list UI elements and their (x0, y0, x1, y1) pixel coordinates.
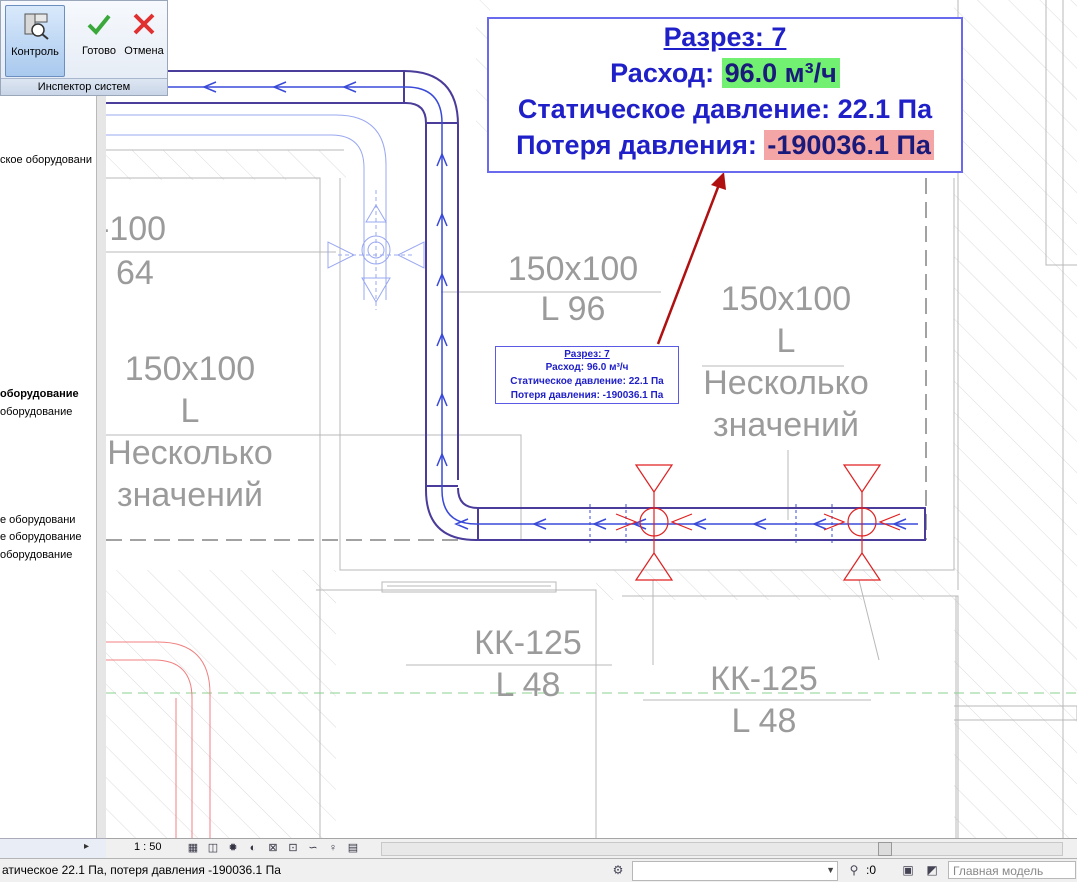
hscroll-thumb[interactable] (878, 842, 892, 856)
tooltip-static-pressure: Статическое давление: 22.1 Па (517, 94, 933, 124)
duct-tag-label: L 96 (540, 290, 606, 328)
system-inspector-panel: Контроль Готово Отмена Инспектор систем (0, 0, 168, 96)
duct-tag-label: 150x100 (507, 250, 639, 288)
browser-item[interactable]: е оборудовани (0, 514, 75, 526)
show-crop-icon[interactable]: ⊡ (286, 841, 300, 855)
control-button[interactable]: Контроль (5, 5, 65, 77)
duct-tag-label: -100 (106, 210, 167, 248)
tooltip-small-loss: Потеря давления: -190036.1 Па (510, 390, 664, 401)
view-scale[interactable]: 1 : 50 (134, 841, 162, 853)
editing-requests-icon[interactable]: ▣ (900, 862, 916, 878)
browser-item[interactable]: е оборудование (0, 531, 82, 543)
duct-tag-label: 64 (116, 254, 154, 292)
worksets-icon[interactable]: ⚙ (610, 862, 626, 878)
duct-tag-label: L (180, 392, 200, 430)
tooltip-large: Разрез: 7 Расход: 96.0 м³/ч Статическое … (487, 17, 963, 173)
browser-item[interactable]: оборудование (0, 549, 72, 561)
tooltip-small-static: Статическое давление: 22.1 Па (510, 376, 664, 387)
sun-path-icon[interactable]: ✹ (226, 841, 240, 855)
duct-tag-label: Несколько (107, 434, 273, 472)
filter-icon[interactable]: ⚲ (846, 862, 862, 878)
tooltip-loss-value: -190036.1 Па (764, 130, 934, 160)
design-options-icon[interactable]: ◩ (924, 862, 940, 878)
tooltip-small-flow: Расход: 96.0 м³/ч (545, 362, 629, 373)
panel-title: Инспектор систем (1, 78, 167, 95)
tooltip-flow-label: Расход: (610, 58, 715, 88)
tooltip-loss-row: Потеря давления: -190036.1 Па (489, 130, 961, 161)
duct-tag-label: 150x100 (124, 350, 256, 388)
tooltip-small: Разрез: 7 Расход: 96.0 м³/ч Статическое … (495, 346, 679, 404)
browser-item[interactable]: оборудование (0, 406, 72, 418)
control-button-label: Контроль (11, 46, 59, 58)
project-browser: ское оборудовани оборудование оборудован… (0, 0, 96, 858)
done-button-label: Готово (82, 45, 116, 57)
damper-tag-label: L 48 (495, 666, 561, 704)
check-icon (87, 14, 111, 35)
view-control-bar: 1 : 50 ▦ ◫ ✹ ◐ ⊠ ⊡ ∽ ♀ ▤ (106, 838, 1077, 859)
tooltip-small-title: Разрез: 7 (564, 349, 610, 360)
duct-tag-label: значений (713, 406, 859, 444)
detail-level-icon[interactable]: ▦ (186, 841, 200, 855)
duct-tag-label: 150x100 (720, 280, 852, 318)
cancel-button[interactable]: Отмена (121, 5, 167, 77)
wall-hatch (106, 570, 336, 838)
duct-tag-label: значений (117, 476, 263, 514)
damper-tag-label: КК-125 (710, 660, 818, 698)
status-message: атическое 22.1 Па, потеря давления -1900… (2, 863, 281, 877)
browser-hscroll[interactable]: ▸ (0, 838, 106, 859)
browser-item[interactable]: ское оборудовани (0, 154, 92, 166)
wall-hatch (954, 590, 1077, 838)
canvas-hscrollbar[interactable] (381, 842, 1063, 856)
cross-icon (133, 13, 155, 35)
duct-tag-label: L (776, 322, 796, 360)
duct-tag-label: Несколько (703, 364, 869, 402)
reveal-hidden-icon[interactable]: ♀ (326, 841, 340, 855)
wall-hatch (106, 150, 346, 180)
tooltip-loss-label: Потеря давления: (516, 130, 757, 160)
design-option-field[interactable]: Главная модель (948, 861, 1076, 879)
chevron-down-icon: ▼ (826, 865, 835, 875)
tooltip-flow-value: 96.0 м³/ч (721, 58, 840, 88)
temp-view-icon[interactable]: ▤ (346, 841, 360, 855)
hide-isolate-icon[interactable]: ∽ (306, 841, 320, 855)
selection-count: :0 (866, 863, 877, 877)
damper-tag-label: КК-125 (474, 624, 582, 662)
workset-dropdown[interactable]: ▼ (632, 861, 838, 881)
damper-tag-label: L 48 (731, 702, 797, 740)
visual-style-icon[interactable]: ◫ (206, 841, 220, 855)
system-inspector-icon (24, 13, 49, 40)
tooltip-title: Разрез: 7 (663, 22, 787, 52)
browser-item[interactable]: оборудование (0, 388, 79, 400)
cancel-button-label: Отмена (124, 45, 164, 57)
wall-hatch (954, 0, 1077, 590)
tooltip-flow-row: Расход: 96.0 м³/ч (489, 58, 961, 89)
status-bar: атическое 22.1 Па, потеря давления -1900… (0, 858, 1077, 882)
shadows-icon[interactable]: ◐ (246, 841, 260, 855)
done-button[interactable]: Готово (77, 5, 121, 77)
crop-view-icon[interactable]: ⊠ (266, 841, 280, 855)
